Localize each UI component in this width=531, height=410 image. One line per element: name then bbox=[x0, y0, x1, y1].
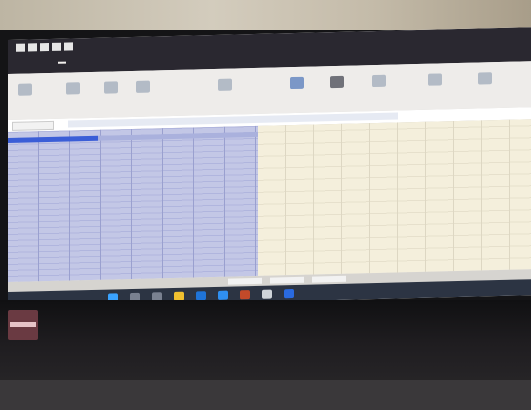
picture-icon[interactable] bbox=[104, 81, 118, 94]
shapes-icon[interactable] bbox=[136, 80, 150, 93]
taskbar-app-icon[interactable] bbox=[262, 289, 272, 299]
name-box[interactable] bbox=[12, 120, 54, 131]
header-highlight bbox=[8, 135, 98, 143]
sticker-label bbox=[10, 322, 36, 327]
sparkline-icon[interactable] bbox=[372, 74, 386, 88]
tab-review[interactable] bbox=[146, 59, 154, 61]
customize-icon[interactable] bbox=[52, 42, 61, 51]
word-icon[interactable] bbox=[284, 288, 294, 298]
undo-icon[interactable] bbox=[28, 43, 37, 52]
sheet-tab[interactable] bbox=[312, 275, 346, 283]
tab-home[interactable] bbox=[36, 62, 44, 64]
pivot-table-icon[interactable] bbox=[18, 83, 32, 96]
sheet-tab[interactable] bbox=[270, 276, 304, 284]
laptop-screen bbox=[8, 27, 531, 309]
print-icon[interactable] bbox=[64, 42, 73, 51]
keyboard-edge bbox=[0, 380, 531, 410]
line-chart-icon[interactable] bbox=[330, 75, 344, 89]
hyperlink-icon[interactable] bbox=[478, 72, 492, 85]
ribbon-tabs bbox=[14, 54, 154, 69]
tab-insert[interactable] bbox=[58, 61, 66, 64]
quick-access-toolbar[interactable] bbox=[16, 42, 73, 52]
slicer-icon[interactable] bbox=[428, 73, 442, 86]
worksheet-grid[interactable] bbox=[258, 119, 531, 276]
taskbar-app-icon[interactable] bbox=[240, 289, 250, 299]
save-icon[interactable] bbox=[16, 43, 25, 52]
tab-file[interactable] bbox=[14, 63, 22, 65]
tab-data[interactable] bbox=[124, 60, 132, 62]
sheet-tab[interactable] bbox=[228, 277, 262, 285]
taskbar-app-icon[interactable] bbox=[218, 290, 228, 300]
chart-icon[interactable] bbox=[218, 78, 232, 91]
tab-page-layout[interactable] bbox=[80, 61, 88, 63]
header-row bbox=[98, 131, 258, 141]
selected-cell-range[interactable] bbox=[8, 125, 258, 282]
redo-icon[interactable] bbox=[40, 42, 49, 52]
table-icon[interactable] bbox=[66, 82, 80, 95]
edge-icon[interactable] bbox=[196, 290, 206, 300]
tab-formulas[interactable] bbox=[102, 61, 110, 63]
column-chart-icon[interactable] bbox=[290, 76, 304, 90]
